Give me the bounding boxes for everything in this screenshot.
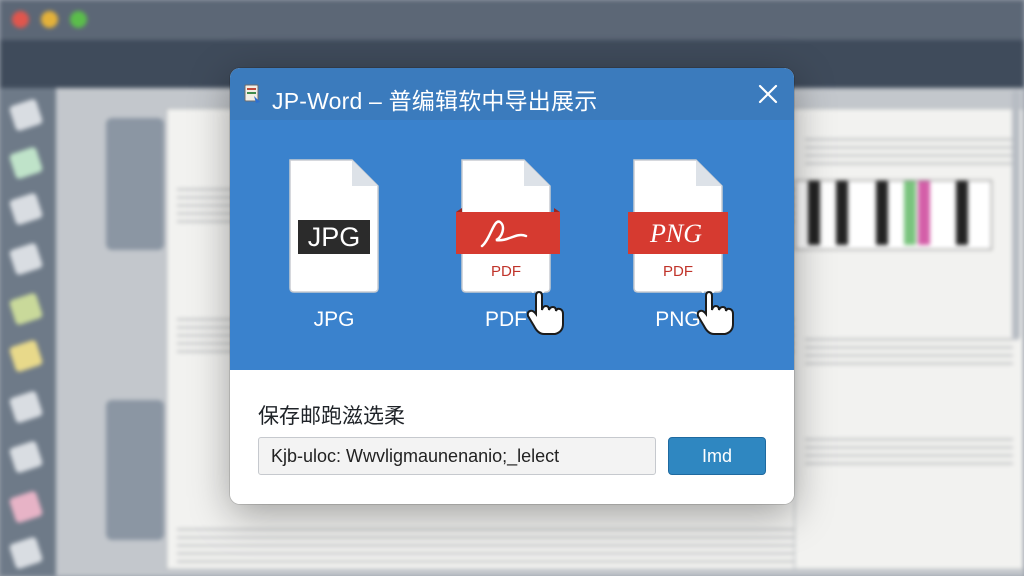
dialog-title: JP-Word – 普编辑软中导出展示 <box>272 88 598 114</box>
png-sub-text: PDF <box>663 263 693 280</box>
minimize-window-dot[interactable] <box>41 11 58 28</box>
canvas-scrollbar[interactable] <box>1012 90 1020 340</box>
dialog-header: JP-Word – 普编辑软中导出展示 <box>230 68 794 120</box>
instrument-panel-top[interactable] <box>106 118 164 250</box>
dialog-footer: 保存邮跑滋选柔 Kjb-uloc: Wwvligmaunenanio;_lele… <box>230 370 794 504</box>
format-option-pdf[interactable]: PDF PDF <box>456 156 564 346</box>
sidebar-icon-9[interactable] <box>8 490 44 524</box>
sidebar-icon-10[interactable] <box>8 536 44 570</box>
hand-pointer-icon <box>696 283 734 335</box>
export-button[interactable]: Imd <box>668 437 766 475</box>
format-option-jpg[interactable]: JPG JPG <box>284 156 384 346</box>
pdf-file-icon: PDF <box>456 159 560 293</box>
sidebar-icon-3[interactable] <box>8 192 44 226</box>
score-sheet-right <box>794 108 1024 570</box>
format-label-jpg: JPG <box>313 308 355 331</box>
app-titlebar <box>0 0 1024 40</box>
sidebar-icon-8[interactable] <box>8 440 44 474</box>
close-window-dot[interactable] <box>12 11 29 28</box>
save-location-label: 保存邮跑滋选柔 <box>258 405 405 428</box>
format-picker: JPG JPG PDF PDF PNG PDF PNG <box>230 120 794 370</box>
png-badge-text: PNG <box>649 219 702 248</box>
sidebar-icon-1[interactable] <box>8 98 44 132</box>
app-icon <box>244 84 260 103</box>
sidebar-icon-7[interactable] <box>8 390 44 424</box>
format-option-png[interactable]: PNG PDF PNG <box>628 156 734 346</box>
jpg-file-icon: JPG <box>289 159 379 293</box>
app-sidebar <box>0 88 56 576</box>
hand-pointer-icon <box>526 283 564 335</box>
sidebar-icon-6[interactable] <box>8 339 44 373</box>
piano-keyboard[interactable] <box>795 180 992 250</box>
sidebar-icon-4[interactable] <box>8 242 44 276</box>
export-dialog: JP-Word – 普编辑软中导出展示 JPG JPG PDF PDF PNG … <box>230 68 794 504</box>
instrument-panel-bottom[interactable] <box>106 400 164 540</box>
png-file-icon: PNG PDF <box>628 159 728 293</box>
close-icon[interactable] <box>756 82 780 106</box>
jpg-badge-text: JPG <box>308 222 361 252</box>
sidebar-icon-5[interactable] <box>8 292 44 326</box>
sidebar-icon-2[interactable] <box>8 146 44 180</box>
maximize-window-dot[interactable] <box>70 11 87 28</box>
pdf-badge-text: PDF <box>491 263 521 280</box>
save-path-input[interactable]: Kjb-uloc: Wwvligmaunenanio;_lelect <box>258 437 656 475</box>
